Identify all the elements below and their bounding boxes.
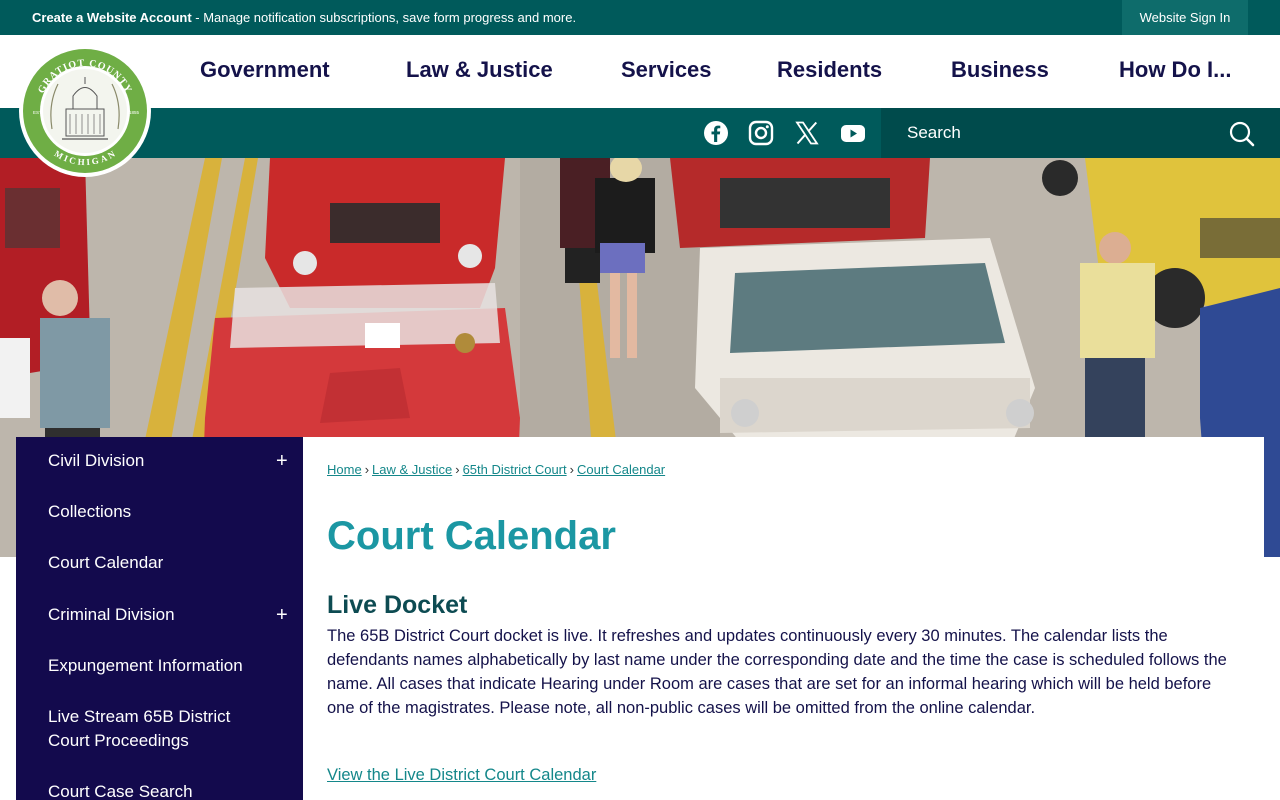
expand-icon[interactable]: + [276, 605, 288, 625]
page-title: Court Calendar [327, 514, 616, 558]
instagram-icon[interactable] [748, 120, 774, 146]
docket-description: The 65B District Court docket is live. I… [327, 627, 1227, 717]
search-box [881, 108, 1280, 158]
main-nav: Government Law & Justice Services Reside… [0, 35, 1280, 108]
nav-how-do-i[interactable]: How Do I... [1119, 57, 1231, 83]
sidebar-item-collections[interactable]: Collections [16, 500, 303, 524]
sidebar-item-live-stream[interactable]: Live Stream 65B District Court Proceedin… [16, 705, 303, 753]
main-content: Home › Law & Justice › 65th District Court › C… [303, 437, 1264, 800]
breadcrumb-district-court[interactable]: 65th District Court [463, 462, 567, 477]
sidebar-item-label: Collections [48, 502, 132, 521]
logo-est-left: EST [33, 110, 42, 115]
youtube-icon[interactable] [840, 120, 866, 146]
social-search-bar [0, 108, 1280, 158]
search-input[interactable] [881, 108, 1221, 158]
account-notice: Create a Website Account - Manage notifi… [32, 10, 576, 25]
nav-business[interactable]: Business [951, 57, 1049, 83]
sidebar-nav: Civil Division + Collections Court Calen… [16, 437, 303, 800]
nav-services[interactable]: Services [621, 57, 712, 83]
sidebar-item-label: Civil Division [48, 451, 145, 470]
sidebar-item-label: Court Calendar [48, 553, 164, 572]
logo-est-right: 1855 [129, 110, 140, 115]
top-notice-bar: Create a Website Account - Manage notifi… [0, 0, 1280, 35]
nav-government[interactable]: Government [200, 57, 330, 83]
live-calendar-link[interactable]: View the Live District Court Calendar [327, 766, 596, 785]
sidebar-item-label: Court Case Search [48, 782, 193, 800]
breadcrumb: Home › Law & Justice › 65th District Court › C… [327, 462, 665, 477]
account-notice-text: - Manage notification subscriptions, sav… [191, 10, 577, 25]
sidebar-item-expungement[interactable]: Expungement Information [16, 654, 303, 678]
breadcrumb-court-calendar[interactable]: Court Calendar [577, 462, 665, 477]
sidebar-item-label: Criminal Division [48, 605, 175, 624]
sidebar-item-court-calendar[interactable]: Court Calendar [16, 551, 303, 575]
website-sign-in-button[interactable]: Website Sign In [1122, 0, 1248, 35]
sidebar-item-label: Expungement Information [48, 656, 243, 675]
sidebar-item-criminal-division[interactable]: Criminal Division + [16, 603, 303, 627]
create-account-link[interactable]: Create a Website Account [32, 10, 192, 25]
nav-law-justice[interactable]: Law & Justice [406, 57, 553, 83]
breadcrumb-home[interactable]: Home [327, 462, 362, 477]
section-title: Live Docket [327, 591, 468, 619]
sidebar-item-civil-division[interactable]: Civil Division + [16, 449, 303, 473]
expand-icon[interactable]: + [276, 451, 288, 471]
breadcrumb-separator: › [569, 462, 574, 477]
breadcrumb-separator: › [455, 462, 460, 477]
breadcrumb-law-justice[interactable]: Law & Justice [372, 462, 452, 477]
nav-residents[interactable]: Residents [777, 57, 882, 83]
county-logo[interactable]: GRATIOT COUNTY MICHIGAN EST 1855 [18, 44, 152, 178]
x-icon[interactable] [794, 120, 820, 146]
sidebar-item-court-case-search[interactable]: Court Case Search [16, 780, 303, 800]
sidebar-item-label: Live Stream 65B District Court Proceedin… [48, 707, 231, 750]
facebook-icon[interactable] [703, 120, 729, 146]
breadcrumb-separator: › [364, 462, 370, 477]
search-icon[interactable] [1227, 120, 1257, 148]
